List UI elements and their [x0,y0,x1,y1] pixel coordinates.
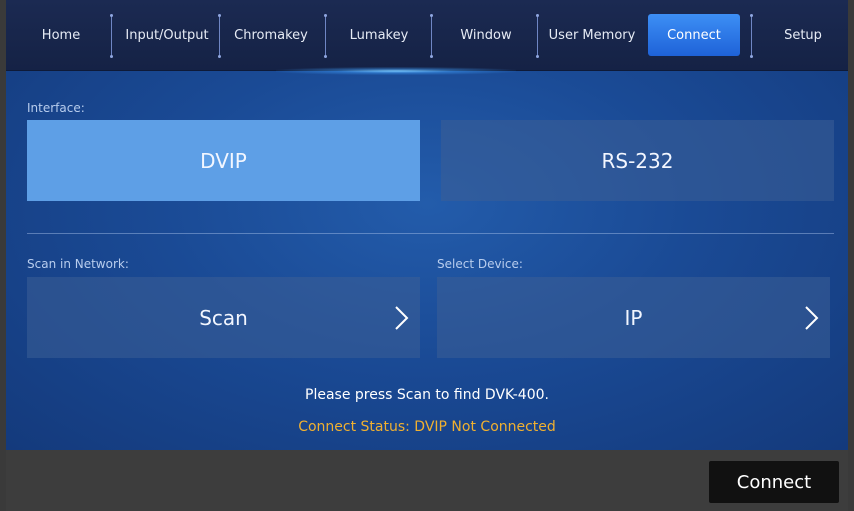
tab-separator [536,14,539,58]
top-navigation: Home Input/Output Chromakey Lumakey Wind… [6,0,848,71]
tab-lumakey[interactable]: Lumakey [332,14,426,56]
active-tab-glow [276,67,516,75]
section-divider [27,233,834,234]
tab-separator [110,14,113,58]
tab-separator [324,14,327,58]
tab-separator [750,14,753,58]
tab-separator [218,14,221,58]
tab-home[interactable]: Home [24,14,98,56]
interface-dvip-button[interactable]: DVIP [27,120,420,201]
interface-rs232-button[interactable]: RS-232 [441,120,834,201]
scan-hint-text: Please press Scan to find DVK-400. [305,387,549,403]
connect-status-text: Connect Status: DVIP Not Connected [298,419,556,435]
scan-button-label: Scan [199,305,248,330]
interface-label: Interface: [27,101,85,115]
tab-user-memory[interactable]: User Memory [542,14,642,56]
tab-input-output[interactable]: Input/Output [118,14,216,56]
select-device-button[interactable]: IP [437,277,830,358]
connect-panel: Interface: DVIP RS-232 Scan in Network: … [6,71,848,450]
tab-setup[interactable]: Setup [758,14,848,56]
chevron-right-icon [805,306,819,330]
tab-separator [430,14,433,58]
footer-bar: Connect [6,450,848,511]
connect-button[interactable]: Connect [709,461,839,503]
scan-network-label: Scan in Network: [27,257,129,271]
select-device-label: Select Device: [437,257,523,271]
chevron-right-icon [395,306,409,330]
app-window: Home Input/Output Chromakey Lumakey Wind… [6,0,848,511]
tab-chromakey[interactable]: Chromakey [226,14,316,56]
tab-connect[interactable]: Connect [648,14,740,56]
scan-button[interactable]: Scan [27,277,420,358]
tab-window[interactable]: Window [438,14,534,56]
select-device-value: IP [624,305,643,330]
